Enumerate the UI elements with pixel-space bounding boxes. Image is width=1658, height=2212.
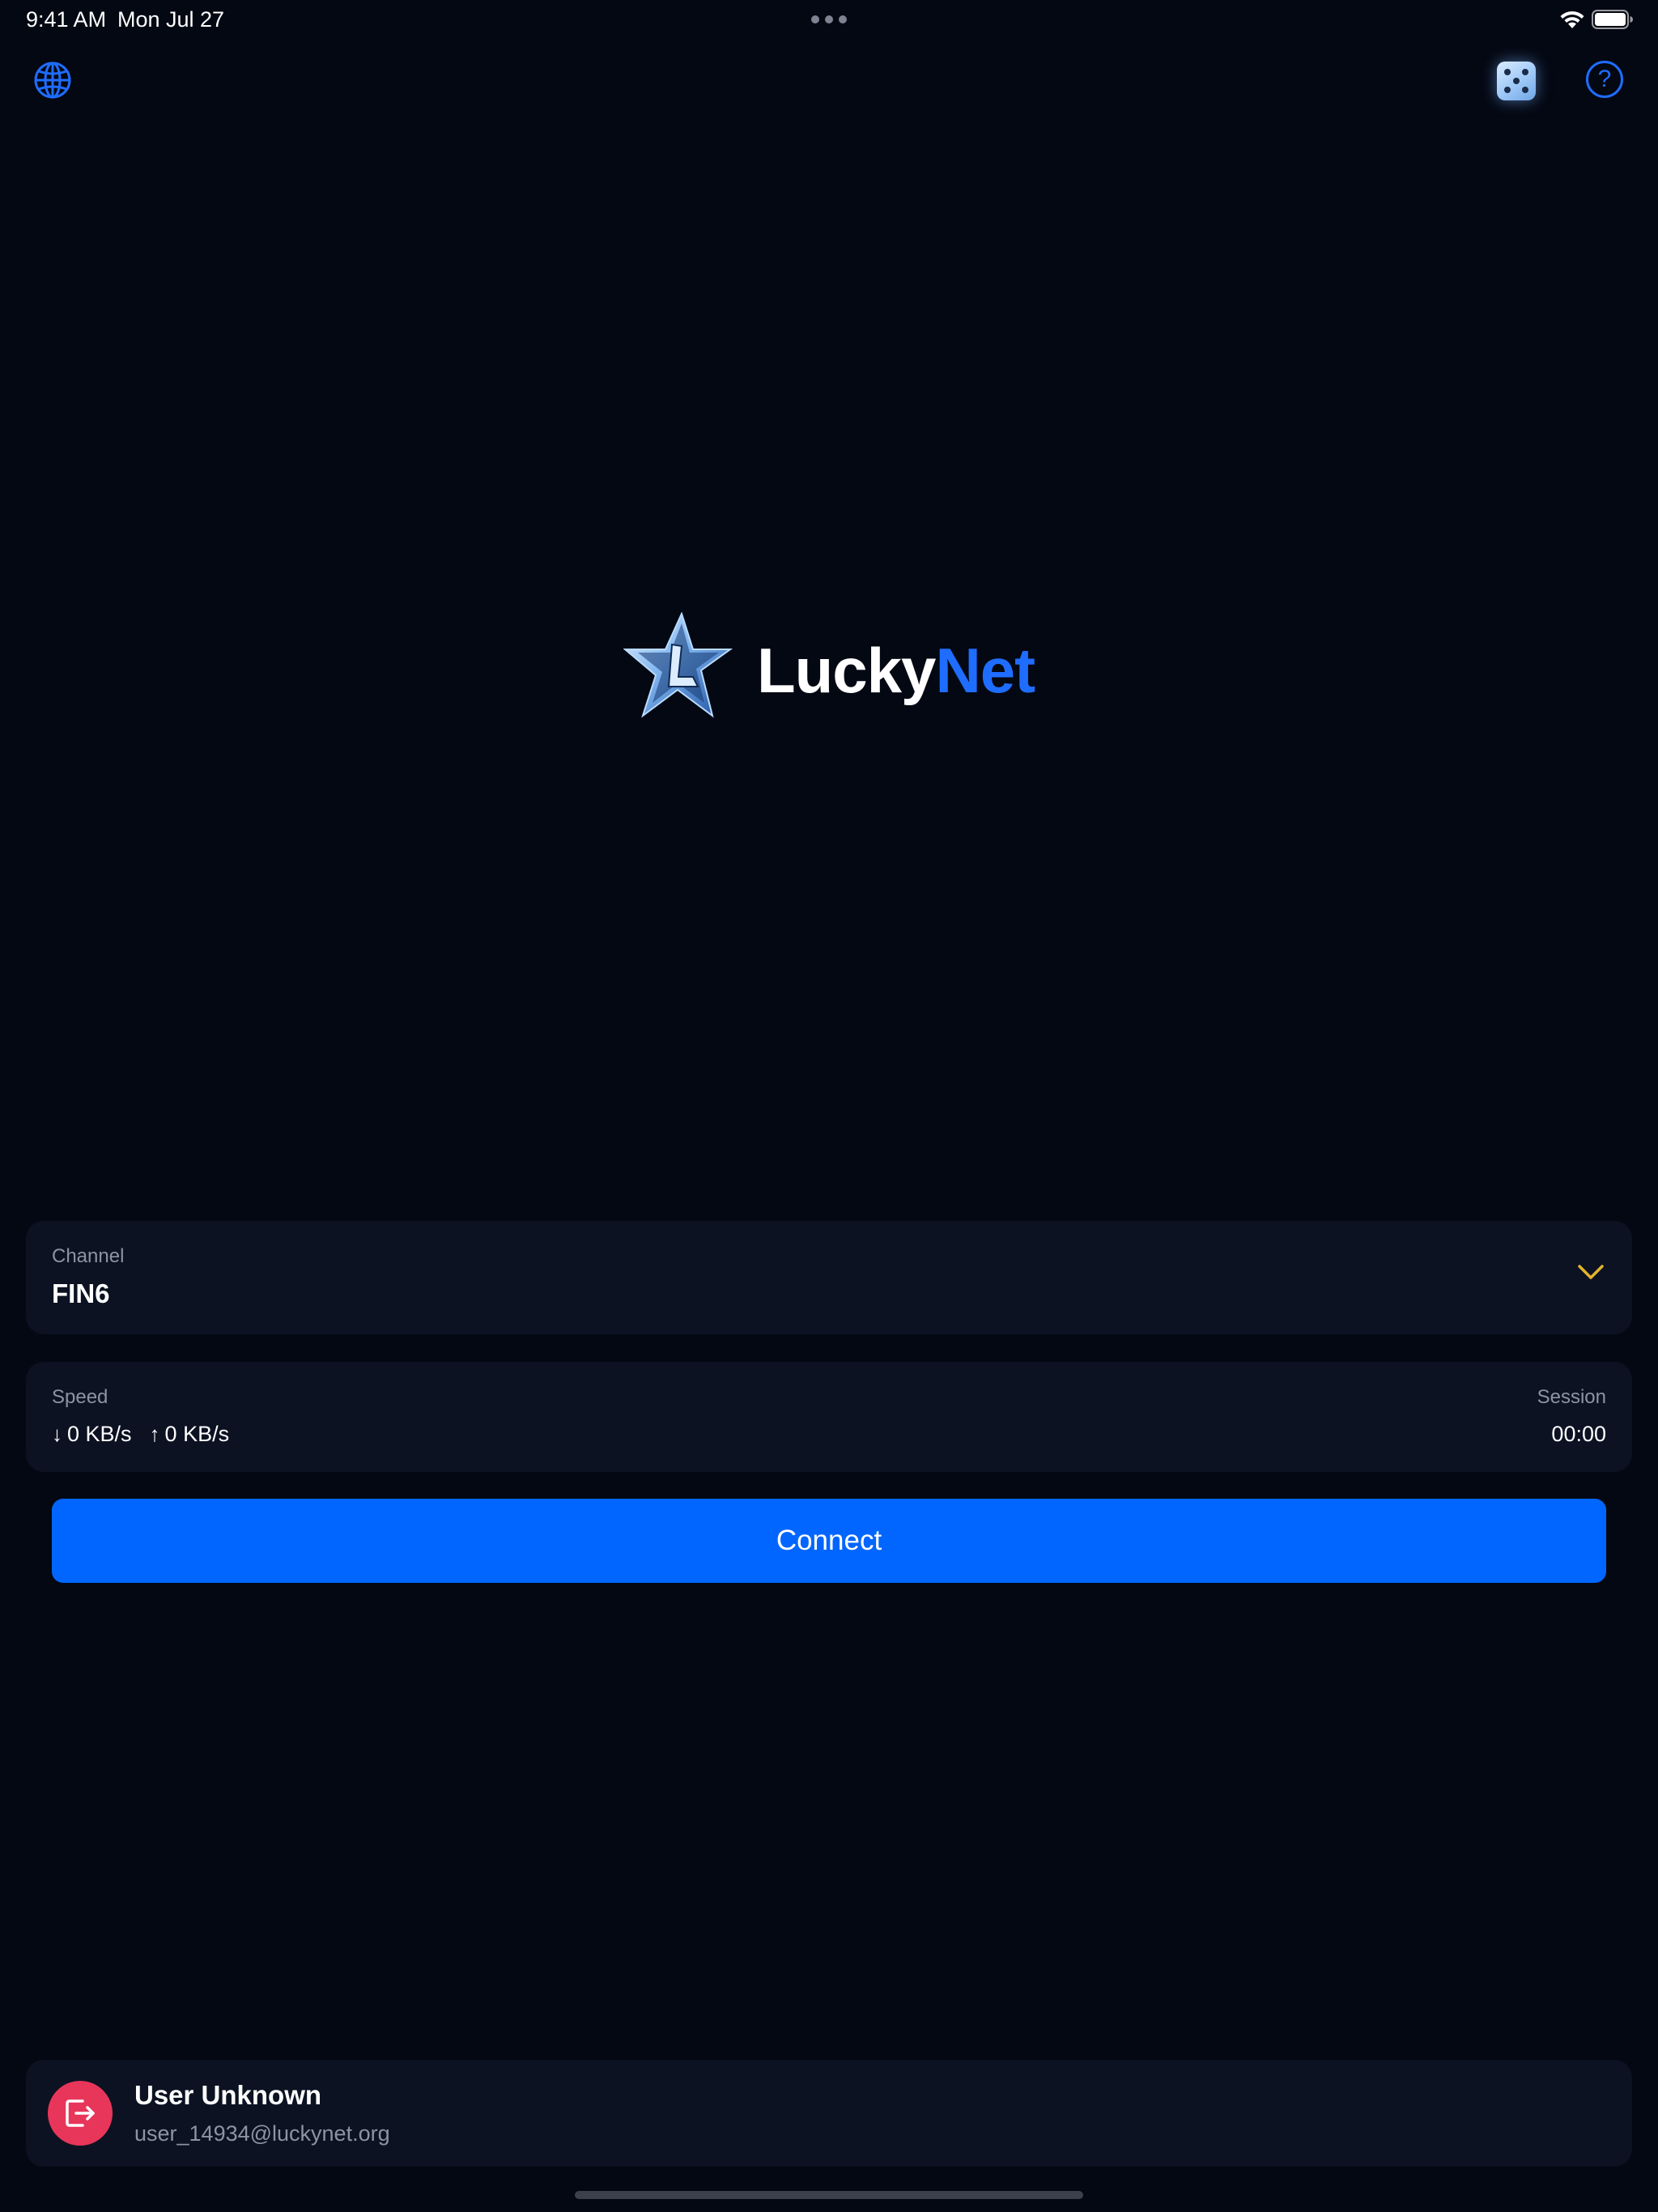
upload-speed: 0 KB/s: [164, 1422, 230, 1446]
user-card: User Unknown user_14934@luckynet.org: [26, 2060, 1632, 2167]
channel-selector[interactable]: Channel FIN6: [26, 1221, 1632, 1334]
user-name: User Unknown: [134, 2080, 322, 2110]
user-email: user_14934@luckynet.org: [134, 2121, 390, 2146]
brand-logo: LuckyNet: [623, 612, 1044, 725]
speed-label: Speed: [52, 1386, 108, 1408]
brand-name-net: Net: [935, 635, 1035, 706]
upload-arrow-icon: ↑: [149, 1422, 160, 1446]
channel-value: FIN6: [52, 1278, 110, 1308]
status-time: 9:41 AM: [26, 7, 107, 32]
help-icon: ?: [1597, 66, 1612, 92]
wifi-icon: [1560, 11, 1584, 28]
battery-icon: [1592, 10, 1633, 29]
language-button[interactable]: [32, 60, 73, 100]
connection-stats: Speed ↓ 0 KB/s ↑ 0 KB/s Session 00:00: [26, 1362, 1632, 1472]
status-date: Mon Jul 27: [117, 7, 225, 32]
app-screen: 9:41 AM Mon Jul 27 ? LuckyNet Channel FI…: [0, 0, 1658, 2212]
logout-icon: [66, 2099, 95, 2127]
globe-icon: [34, 62, 71, 99]
connect-button[interactable]: Connect: [52, 1499, 1606, 1583]
home-indicator[interactable]: [575, 2191, 1083, 2199]
star-logo-icon: [623, 612, 733, 718]
dice-icon: [1504, 69, 1511, 75]
session-label: Session: [1537, 1386, 1606, 1408]
multitask-dots-icon[interactable]: [811, 15, 847, 23]
brand-name-lucky: Lucky: [757, 635, 936, 706]
dice-button[interactable]: [1497, 62, 1536, 100]
speed-values: ↓ 0 KB/s ↑ 0 KB/s: [52, 1420, 229, 1448]
brand-name: LuckyNet: [757, 635, 1035, 706]
session-time: 00:00: [1551, 1422, 1606, 1446]
chevron-down-icon[interactable]: [1577, 1263, 1605, 1281]
logout-button[interactable]: [48, 2081, 113, 2146]
download-arrow-icon: ↓: [52, 1422, 62, 1446]
channel-label: Channel: [52, 1245, 125, 1267]
download-speed: 0 KB/s: [67, 1422, 132, 1446]
help-button[interactable]: ?: [1586, 61, 1623, 98]
